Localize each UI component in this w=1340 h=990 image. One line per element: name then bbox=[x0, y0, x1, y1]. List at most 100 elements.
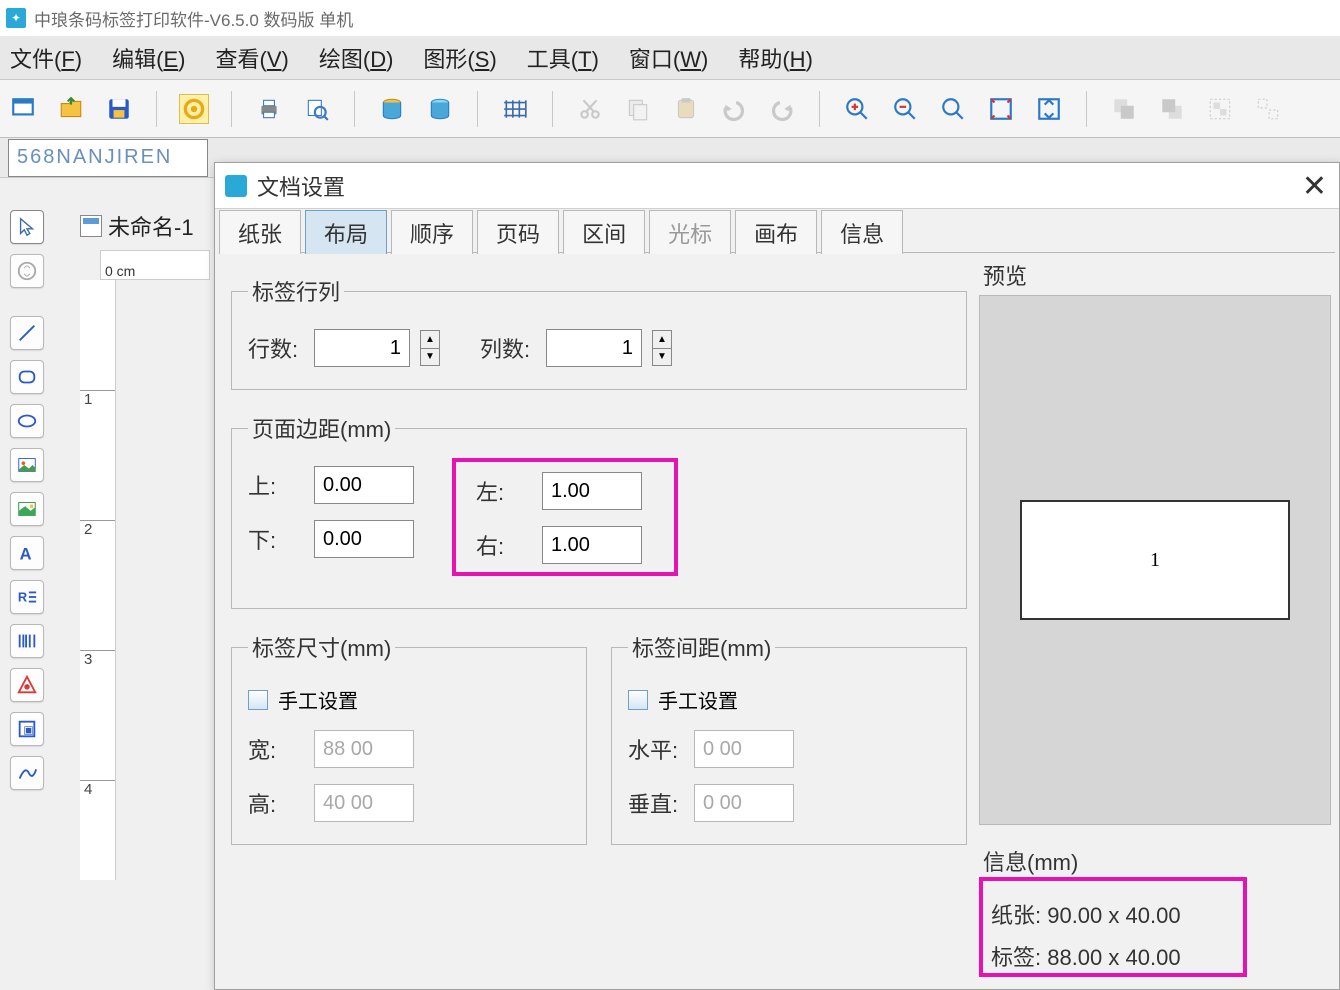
menu-edit[interactable]: 编辑(E) bbox=[112, 42, 185, 74]
menu-view[interactable]: 查看(V) bbox=[215, 42, 288, 74]
send-back-icon[interactable] bbox=[1157, 94, 1187, 124]
paste-icon[interactable] bbox=[671, 94, 701, 124]
toolbar bbox=[0, 80, 1340, 138]
save-icon[interactable] bbox=[104, 94, 134, 124]
label-margin-right: 右: bbox=[476, 529, 532, 561]
legend-label-size: 标签尺寸(mm) bbox=[248, 631, 395, 663]
spinner-cols[interactable]: ▲▼ bbox=[652, 330, 672, 366]
tab-canvas[interactable]: 画布 bbox=[735, 210, 817, 254]
fit-width-icon[interactable] bbox=[1034, 94, 1064, 124]
tool-barcode[interactable] bbox=[10, 624, 44, 658]
svg-text:▣: ▣ bbox=[23, 725, 33, 737]
input-margin-top[interactable] bbox=[314, 466, 414, 504]
ungroup-icon[interactable] bbox=[1253, 94, 1283, 124]
label-gap-horiz: 水平: bbox=[628, 733, 684, 765]
input-margin-left[interactable] bbox=[542, 472, 642, 510]
tab-paper[interactable]: 纸张 bbox=[219, 210, 301, 254]
input-height bbox=[314, 784, 414, 822]
copy-icon[interactable] bbox=[623, 94, 653, 124]
ref-input[interactable] bbox=[8, 139, 208, 177]
tab-info[interactable]: 信息 bbox=[821, 210, 903, 254]
label-margin-left: 左: bbox=[476, 475, 532, 507]
dialog-tabs: 纸张 布局 顺序 页码 区间 光标 画布 信息 bbox=[219, 209, 1335, 253]
titlebar: ✦ 中琅条码标签打印软件-V6.5.0 数码版 单机 bbox=[0, 0, 1340, 36]
close-icon[interactable]: ✕ bbox=[1302, 169, 1327, 204]
check-icon bbox=[628, 690, 648, 710]
preview-number: 1 bbox=[1150, 549, 1160, 572]
legend-info: 信息(mm) bbox=[983, 845, 1331, 877]
menu-draw[interactable]: 绘图(D) bbox=[319, 42, 394, 74]
tool-curve[interactable] bbox=[10, 756, 44, 790]
info-paper: 纸张: 90.00 x 40.00 bbox=[991, 895, 1319, 937]
group-icon[interactable] bbox=[1205, 94, 1235, 124]
tool-rounded-rect[interactable] bbox=[10, 360, 44, 394]
tool-line[interactable] bbox=[10, 316, 44, 350]
input-cols[interactable] bbox=[546, 329, 642, 367]
menu-window[interactable]: 窗口(W) bbox=[629, 42, 708, 74]
database-icon[interactable] bbox=[377, 94, 407, 124]
ruler-horizontal: 0 cm bbox=[100, 250, 210, 280]
svg-text:R: R bbox=[18, 590, 27, 605]
title-text: 中琅条码标签打印软件-V6.5.0 数码版 单机 bbox=[34, 6, 353, 31]
redo-icon[interactable] bbox=[767, 94, 797, 124]
tab-layout[interactable]: 布局 bbox=[305, 210, 387, 254]
tool-component[interactable]: ▣ bbox=[10, 712, 44, 746]
zoom-icon[interactable] bbox=[938, 94, 968, 124]
label-rows: 行数: bbox=[248, 332, 304, 364]
tab-cursor[interactable]: 光标 bbox=[649, 210, 731, 254]
tool-pan[interactable] bbox=[10, 254, 44, 288]
zoom-out-icon[interactable] bbox=[890, 94, 920, 124]
spinner-rows[interactable]: ▲▼ bbox=[420, 330, 440, 366]
tool-pointer[interactable] bbox=[10, 210, 44, 244]
menu-file[interactable]: 文件(F) bbox=[10, 42, 82, 74]
legend-rowscols: 标签行列 bbox=[248, 275, 344, 307]
settings-gear-icon[interactable] bbox=[179, 94, 209, 124]
menubar: 文件(F) 编辑(E) 查看(V) 绘图(D) 图形(S) 工具(T) 窗口(W… bbox=[0, 36, 1340, 80]
tool-text[interactable]: A bbox=[10, 536, 44, 570]
tool-shape[interactable] bbox=[10, 668, 44, 702]
chk-manual-gap[interactable]: 手工设置 bbox=[628, 685, 738, 714]
undo-icon[interactable] bbox=[719, 94, 749, 124]
tab-page[interactable]: 页码 bbox=[477, 210, 559, 254]
tool-image2[interactable] bbox=[10, 492, 44, 526]
open-icon[interactable] bbox=[56, 94, 86, 124]
fit-screen-icon[interactable] bbox=[986, 94, 1016, 124]
grid-icon[interactable] bbox=[500, 94, 530, 124]
menu-shape[interactable]: 图形(S) bbox=[423, 42, 496, 74]
tool-ellipse[interactable] bbox=[10, 404, 44, 438]
new-doc-icon[interactable] bbox=[8, 94, 38, 124]
database2-icon[interactable] bbox=[425, 94, 455, 124]
menu-help[interactable]: 帮助(H) bbox=[738, 42, 813, 74]
document-tab[interactable]: 未命名-1 bbox=[80, 210, 194, 242]
tab-range[interactable]: 区间 bbox=[563, 210, 645, 254]
label-height: 高: bbox=[248, 787, 304, 819]
bring-front-icon[interactable] bbox=[1109, 94, 1139, 124]
print-preview-icon[interactable] bbox=[302, 94, 332, 124]
doc-icon bbox=[80, 215, 102, 237]
label-margin-top: 上: bbox=[248, 469, 304, 501]
zoom-in-icon[interactable] bbox=[842, 94, 872, 124]
legend-preview: 预览 bbox=[983, 259, 1331, 291]
input-margin-right[interactable] bbox=[542, 526, 642, 564]
dialog-titlebar[interactable]: 文档设置 ✕ bbox=[215, 163, 1339, 209]
label-gap-vert: 垂直: bbox=[628, 787, 684, 819]
menu-tools[interactable]: 工具(T) bbox=[527, 42, 599, 74]
dialog-title-text: 文档设置 bbox=[257, 170, 345, 202]
tab-order[interactable]: 顺序 bbox=[391, 210, 473, 254]
input-rows[interactable] bbox=[314, 329, 410, 367]
input-margin-bottom[interactable] bbox=[314, 520, 414, 558]
group-label-size: 标签尺寸(mm) 手工设置 宽: 高: bbox=[231, 631, 587, 845]
input-width bbox=[314, 730, 414, 768]
tool-richtext[interactable]: R bbox=[10, 580, 44, 614]
label-margin-bottom: 下: bbox=[248, 523, 304, 555]
chk-manual-size[interactable]: 手工设置 bbox=[248, 685, 358, 714]
preview-area: 1 bbox=[979, 295, 1331, 825]
info-label: 标签: 88.00 x 40.00 bbox=[991, 937, 1319, 979]
cut-icon[interactable] bbox=[575, 94, 605, 124]
preview-label: 1 bbox=[1020, 500, 1290, 620]
doc-tab-label: 未命名-1 bbox=[108, 210, 194, 242]
group-label-rowscols: 标签行列 行数: ▲▼ 列数: ▲▼ bbox=[231, 275, 967, 390]
tool-image[interactable] bbox=[10, 448, 44, 482]
group-label-gap: 标签间距(mm) 手工设置 水平: 垂直: bbox=[611, 631, 967, 845]
print-icon[interactable] bbox=[254, 94, 284, 124]
